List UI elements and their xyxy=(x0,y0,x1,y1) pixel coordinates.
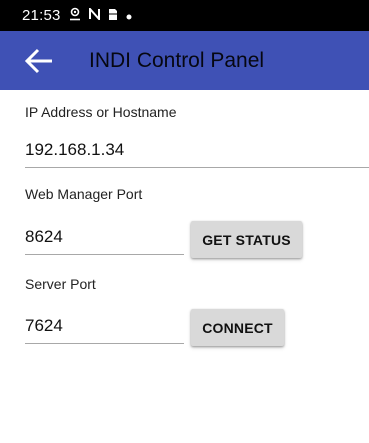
screen: 21:53 INDI Control Panel IP Address or H… xyxy=(0,0,369,443)
web-manager-port-input[interactable]: 8624 xyxy=(25,227,63,247)
back-button[interactable] xyxy=(17,39,61,83)
status-time: 21:53 xyxy=(22,7,61,24)
connect-button[interactable]: CONNECT xyxy=(191,309,284,346)
sim-card-icon xyxy=(108,8,118,24)
app-title: INDI Control Panel xyxy=(89,48,265,72)
web-manager-port-label: Web Manager Port xyxy=(25,186,143,202)
arrow-back-icon xyxy=(24,48,52,73)
web-manager-port-underline xyxy=(25,254,184,255)
notification-dot-icon xyxy=(126,8,132,23)
ip-address-input[interactable]: 192.168.1.34 xyxy=(25,140,124,160)
server-port-label: Server Port xyxy=(25,276,96,292)
ip-address-label: IP Address or Hostname xyxy=(25,104,177,120)
server-port-input[interactable]: 7624 xyxy=(25,316,63,336)
server-port-underline xyxy=(25,343,184,344)
ip-address-underline xyxy=(25,167,369,168)
nfc-icon xyxy=(88,6,100,23)
status-bar: 21:53 xyxy=(0,0,369,31)
status-icons xyxy=(69,6,132,24)
get-status-button[interactable]: GET STATUS xyxy=(191,221,302,258)
location-icon xyxy=(69,7,81,24)
app-bar: INDI Control Panel xyxy=(0,31,369,90)
